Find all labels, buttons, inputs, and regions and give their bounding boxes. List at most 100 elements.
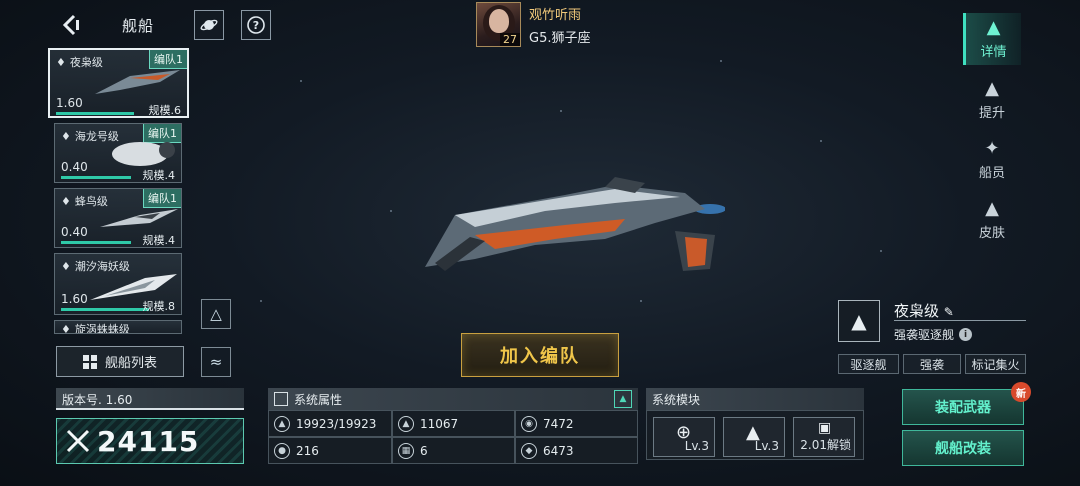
sort-button[interactable]: ≈ [201,347,231,377]
ship-card-vortex-spider[interactable]: ♦ 旋涡蛛蛛级 [54,320,182,334]
attr-shield-value: 7472 [543,416,574,431]
ship-scale: 规模.4 [142,169,176,182]
player-galaxy: G5.狮子座 [529,30,591,46]
question-icon: ? [247,16,265,34]
ship-class-icon: ♦ [61,259,71,273]
signal-icon: ≈ [209,353,223,371]
player-info[interactable]: 27 观竹听雨 G5.狮子座 [476,2,590,47]
planet-icon [200,19,218,31]
edit-icon[interactable]: ✎ [944,305,954,319]
skin-icon: ▲ [985,197,999,219]
energy-icon: ▦ [398,442,414,459]
attr-energy-value: 6 [420,443,428,458]
attr-speed-value: 216 [296,443,319,458]
ship-modify-button[interactable]: 舰船改装 [902,430,1024,466]
fleet-list-button[interactable]: 舰船列表 [56,346,184,377]
chevron-left-icon [62,14,79,36]
module-slot-1[interactable]: ⊕ Lv.3 [653,417,715,457]
join-fleet-button[interactable]: 加入编队 [461,333,619,377]
attr-shield: ◉ 7472 [515,410,638,437]
tab-details-label: 详情 [980,44,1007,60]
target-icon: ◆ [521,442,537,459]
grid-icon [82,354,97,369]
galaxy-button[interactable] [194,10,224,40]
attr-target: ◆ 6473 [515,437,638,464]
ship-scale: 规模.8 [142,300,176,313]
speed-icon: ● [274,442,290,459]
ship-power: 1.60 [56,96,83,110]
ship-power-bar [56,112,134,115]
attr-hull-value: 19923/19923 [296,416,377,431]
player-avatar[interactable]: 27 [476,2,521,47]
system-attributes: 系统属性 ▲ ▲ 19923/19923 ▲ 11067 ◉ 7472 ● 216 ▦ 6… [268,388,638,464]
ship-power: 0.40 [61,160,88,174]
ship-class-icon: ♦ [61,194,71,208]
lock-icon: ▣ [818,420,832,436]
crew-icon: ✦ [984,137,1000,159]
fighter-emblem-icon: ▲ [851,309,867,333]
tab-details[interactable]: ▲ 详情 [963,13,1021,65]
ship-card-nightowl[interactable]: ♦ 夜枭级 编队1 1.60 规模.6 [48,48,189,118]
equip-weapons-label: 装配武器 [935,400,991,416]
ship-model[interactable] [415,175,725,285]
fleet-emblem-icon: △ [210,305,222,323]
ship-power-bar [61,241,131,244]
page-title: 舰船 [122,17,155,35]
attr-armor-value: 11067 [420,416,459,431]
ship-class-icon: ♦ [61,129,71,143]
ship-power: 0.40 [61,225,88,239]
ship-info-name-text: 夜枭级 [894,302,940,320]
module-slot-3-locked[interactable]: ▣ 2.01解锁 [793,417,855,457]
new-badge: 新 [1011,382,1031,402]
ship-power-bar [61,176,131,179]
fleet-filter-button[interactable]: △ [201,299,231,329]
module-level: Lv.3 [754,439,779,453]
upgrade-icon: ▲ [985,77,999,99]
expand-toggle[interactable]: ▲ [614,390,632,408]
ship-power-bar [61,308,149,311]
combat-power: 24115 [56,418,244,464]
module-level: Lv.3 [684,439,709,453]
fleet-list-label: 舰船列表 [104,356,157,371]
ship-card-sea-dragon[interactable]: ♦ 海龙号级 编队1 0.40 规模.4 [54,123,182,183]
help-button[interactable]: ? [241,10,271,40]
modules-title: 系统模块 [652,392,701,407]
attr-armor: ▲ 11067 [392,410,515,437]
info-icon[interactable]: i [959,328,973,341]
tab-upgrade[interactable]: ▲ 提升 [963,74,1021,126]
combat-power-value: 24115 [97,424,200,458]
attr-hull: ▲ 19923/19923 [268,410,392,437]
svg-text:?: ? [253,19,259,32]
ship-name: 旋涡蛛蛛级 [74,323,130,334]
module-slot-2[interactable]: ▲ Lv.3 [723,417,785,457]
shield-icon: ◉ [521,415,537,432]
ship-info-name[interactable]: 夜枭级 ✎ [894,300,954,321]
ship-card-hummingbird[interactable]: ♦ 蜂鸟级 编队1 0.40 规模.4 [54,188,182,248]
attr-energy: ▦ 6 [392,437,515,464]
equip-weapons-button[interactable]: 装配武器 新 [902,382,1031,425]
attr-speed: ● 216 [268,437,392,464]
ship-emblem: ▲ [838,300,880,342]
tab-crew-label: 船员 [978,165,1005,181]
tab-skin-label: 皮肤 [978,225,1005,241]
tab-crew[interactable]: ✦ 船员 [963,134,1021,186]
back-button[interactable] [55,10,85,40]
ship-thumbnail [100,209,178,227]
tag-destroyer: 驱逐舰 [838,354,899,374]
ship-thumbnail [95,70,180,94]
crossed-swords-icon [66,429,90,453]
ship-info-type: 强袭驱逐舰 i [894,326,973,343]
ship-card-tidal-siren[interactable]: ♦ 潮汐海妖级 1.60 规模.8 [54,253,182,315]
player-name: 观竹听雨 [529,7,582,23]
ship-info-type-text: 强袭驱逐舰 [894,328,955,342]
ship-scale: 规模.6 [148,104,182,117]
tab-upgrade-label: 提升 [978,105,1005,121]
ship-class-icon: ♦ [61,322,71,334]
hull-icon: ▲ [274,415,290,432]
ship-modify-label: 舰船改装 [935,441,991,457]
attributes-icon [274,392,288,406]
ship-info-panel: ▲ 夜枭级 ✎ 强袭驱逐舰 i [838,300,1026,342]
tab-skin[interactable]: ▲ 皮肤 [963,194,1021,246]
module-unlock-label: 2.01解锁 [800,438,851,452]
tag-focus-fire: 标记集火 [965,354,1026,374]
